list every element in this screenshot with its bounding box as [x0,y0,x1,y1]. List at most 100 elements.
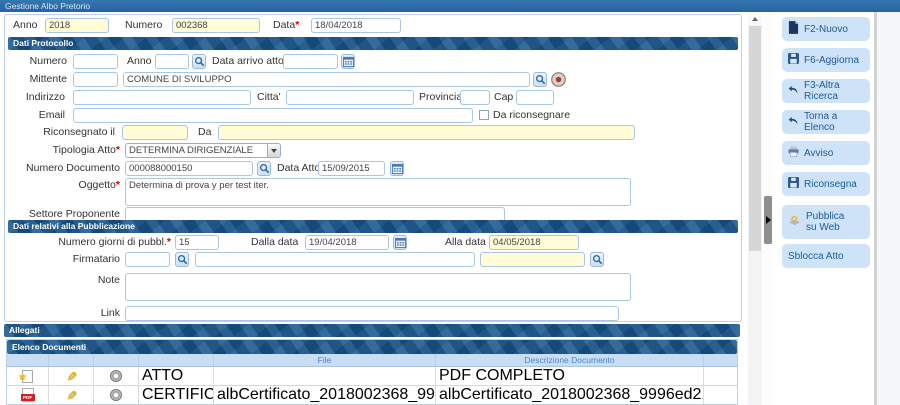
riconsegnato-il-input[interactable] [122,125,188,140]
riconsegnato-da-input[interactable] [218,125,635,140]
firmatario-descrizione-input[interactable] [480,252,585,267]
protocollo-numero-row: Numero Anno Data arrivo atto [5,54,741,70]
add-attachment-button[interactable]: ★ [7,367,49,385]
numero-input[interactable] [172,18,260,33]
elenco-documenti-bar: Elenco Documenti [7,340,737,354]
mittente-code-input[interactable] [73,72,118,87]
tipologia-atto-select[interactable]: DETERMINA DIRIGENZIALE [125,143,281,158]
oggetto-label: Oggetto* [13,178,120,193]
identity-row: Anno Numero Data* [5,18,741,34]
giorni-pubbl-input[interactable] [175,235,219,250]
right-margin [877,12,900,405]
oggetto-textarea[interactable]: Determina di prova y per test iter. [125,178,631,206]
da-riconsegnare-label: Da riconsegnare [493,108,570,123]
indirizzo-input[interactable] [73,90,251,105]
protocollo-anno-input[interactable] [155,54,189,69]
note-label: Note [13,273,120,288]
numero-label: Numero [125,18,162,33]
mittente-name-input[interactable] [123,72,530,87]
scrollbar-thumb[interactable] [749,26,761,251]
dalla-data-label: Dalla data [251,235,298,250]
scroll-up-button[interactable] [748,12,762,25]
link-label: Link [13,306,120,321]
protocollo-numero-input[interactable] [73,54,118,69]
attachment-file: albCertificato_2018002368_9996ed21809a28… [214,386,436,404]
save-icon [788,177,799,191]
torna-a-elenco-button[interactable]: Torna a Elenco [782,110,870,134]
numero-documento-label: Numero Documento [13,161,120,176]
app-window: Gestione Albo Pretorio Anno Numero Data*… [0,0,900,405]
riconsegna-button[interactable]: Riconsegna [782,172,870,196]
giorni-pubblicazione-row: Numero giorni di pubbl.* Dalla data Alla… [5,235,741,251]
data-atto-calendar-button[interactable] [390,161,404,176]
numero-documento-input[interactable] [125,161,253,176]
undo-arrow-icon [788,116,799,129]
note-row: Note [5,273,741,303]
pencil-icon: ✎ [65,371,78,382]
data-arrivo-label: Data arrivo atto [212,54,284,69]
giorni-pubbl-label: Numero giorni di pubbl.* [13,235,171,250]
documents-table-header: File Descrizione Documento [7,354,737,367]
anno-label: Anno [13,18,38,33]
public-entity-emblem-icon[interactable] [551,72,566,87]
attachment-type: CERTIFICATO [139,386,214,404]
oggetto-row: Oggetto* Determina di prova y per test i… [5,178,741,208]
edit-attachment-button[interactable]: ✎ [49,367,94,385]
dalla-data-calendar-button[interactable] [393,235,407,250]
data-input[interactable] [311,18,401,33]
firmatario-label: Firmatario [13,252,120,267]
mittente-search-button[interactable] [533,72,547,87]
table-row: PDF ✎ CERTIFICATO albCertificato_2018002… [7,386,737,405]
add-attachment-icon: ★ [22,370,33,383]
f2-nuovo-button[interactable]: F2-Nuovo [782,17,870,41]
avviso-button[interactable]: Avviso [782,141,870,165]
disc-icon [110,370,122,382]
search-icon [194,56,205,67]
indirizzo-row: Indirizzo Citta' Provincia Cap [5,90,741,106]
calendar-icon [343,56,354,67]
provincia-input[interactable] [460,90,490,105]
alla-data-input[interactable] [489,235,579,250]
cap-label: Cap [494,90,513,105]
pubblica-su-web-button[interactable]: Pubblica su Web [782,205,870,239]
splitter-handle[interactable] [764,196,772,244]
search-icon [535,74,546,85]
data-arrivo-input[interactable] [283,54,338,69]
firmatario-descrizione-search-button[interactable] [590,252,604,267]
riconsegnato-il-label: Riconsegnato il [13,125,115,140]
mittente-row: Mittente [5,72,741,88]
dalla-data-input[interactable] [305,235,389,250]
firmatario-search-button[interactable] [175,252,189,267]
numero-documento-search-button[interactable] [257,161,271,176]
attachment-descrizione: PDF COMPLETO [436,367,704,385]
protocollo-search-button[interactable] [192,54,206,69]
cap-input[interactable] [516,90,554,105]
attachment-disc-button[interactable] [94,386,139,404]
indirizzo-label: Indirizzo [13,90,65,105]
panel-splitter [763,12,773,405]
firmatario-name-input[interactable] [195,252,475,267]
email-input[interactable] [73,108,473,123]
note-textarea[interactable] [125,273,631,301]
data-arrivo-calendar-button[interactable] [341,54,355,69]
edit-attachment-button[interactable]: ✎ [49,386,94,404]
link-input[interactable] [125,306,619,321]
anno-input[interactable] [45,18,109,33]
da-riconsegnare-checkbox[interactable] [479,110,489,120]
f3-altra-ricerca-button[interactable]: F3-Altra Ricerca [782,79,870,103]
f6-aggiorna-button[interactable]: F6-Aggiorna [782,48,870,72]
attachment-disc-button[interactable] [94,367,139,385]
pdf-file-icon: PDF [22,388,34,402]
vertical-scrollbar[interactable] [748,12,762,405]
calendar-icon [392,163,403,174]
firmatario-code-input[interactable] [125,252,170,267]
window-titlebar: Gestione Albo Pretorio [0,0,900,12]
attachment-type: ATTO [139,367,214,385]
mittente-label: Mittente [13,72,67,87]
sblocca-atto-button[interactable]: Sblocca Atto [782,244,870,268]
open-pdf-button[interactable]: PDF [7,386,49,404]
citta-input[interactable] [286,90,414,105]
data-atto-input[interactable] [318,161,385,176]
section-dati-protocollo: Dati Protocollo [8,37,738,50]
citta-label: Citta' [257,90,281,105]
